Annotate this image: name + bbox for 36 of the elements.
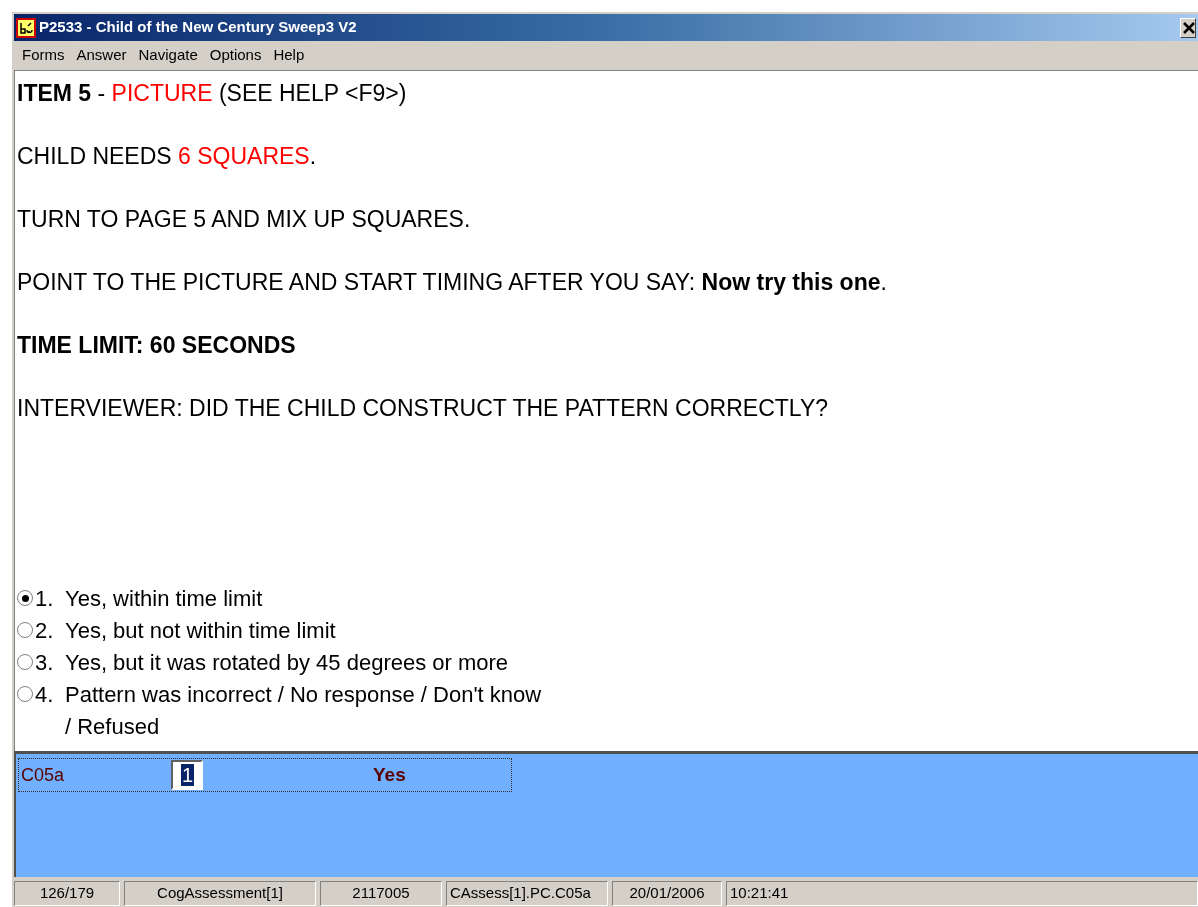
- status-panel: 20/01/2006: [612, 881, 722, 906]
- question-text: INTERVIEWER: DID THE CHILD CONSTRUCT THE PATTERN CORRECTLY?: [17, 394, 830, 422]
- answer-text: Yes: [373, 762, 406, 787]
- question-text: TIME LIMIT: 60 SECONDS: [17, 331, 297, 359]
- option-label: Pattern was incorrect / No response / Don't know / Refused: [65, 681, 543, 741]
- question-text: TURN TO PAGE 5 AND MIX UP SQUARES.: [17, 205, 472, 233]
- radio-button[interactable]: [17, 686, 33, 702]
- status-panel: CogAssessment[1]: [124, 881, 316, 906]
- menu-item[interactable]: Help: [269, 44, 309, 67]
- status-panel: 126/179: [14, 881, 120, 906]
- app-logo-icon: [16, 17, 36, 38]
- status-panel: 2117005: [320, 881, 442, 906]
- close-button[interactable]: [1180, 17, 1196, 38]
- question-text: POINT TO THE PICTURE AND START TIMING AFTER YOU SAY: Now try this one.: [17, 268, 888, 296]
- window-title: P2533 - Child of the New Century Sweep3 V2: [39, 17, 357, 38]
- question-text: CHILD NEEDS 6 SQUARES.: [17, 142, 318, 170]
- menu-item[interactable]: Options: [205, 44, 266, 67]
- status-panel: 10:21:41: [726, 881, 1198, 906]
- status-panel: CAssess[1].PC.C05a: [446, 881, 608, 906]
- option-label: Yes, but it was rotated by 45 degrees or more: [65, 649, 510, 677]
- option-number: 2.: [35, 617, 55, 645]
- option-label: Yes, within time limit: [65, 585, 264, 613]
- close-icon: [1183, 21, 1195, 34]
- radio-button[interactable]: [17, 654, 33, 670]
- menu-item[interactable]: Answer: [72, 44, 131, 67]
- option-number: 1.: [35, 585, 55, 613]
- option-label: Yes, but not within time limit: [65, 617, 337, 645]
- option-number: 4.: [35, 681, 55, 709]
- radio-button[interactable]: [17, 590, 33, 606]
- option-number: 3.: [35, 649, 55, 677]
- answer-input[interactable]: 1: [171, 760, 203, 790]
- radio-button[interactable]: [17, 622, 33, 638]
- field-name: C05a: [20, 763, 66, 787]
- menu-item[interactable]: Forms: [18, 44, 69, 67]
- menu-item[interactable]: Navigate: [134, 44, 202, 67]
- question-text: ITEM 5 - PICTURE (SEE HELP <F9>): [17, 79, 408, 107]
